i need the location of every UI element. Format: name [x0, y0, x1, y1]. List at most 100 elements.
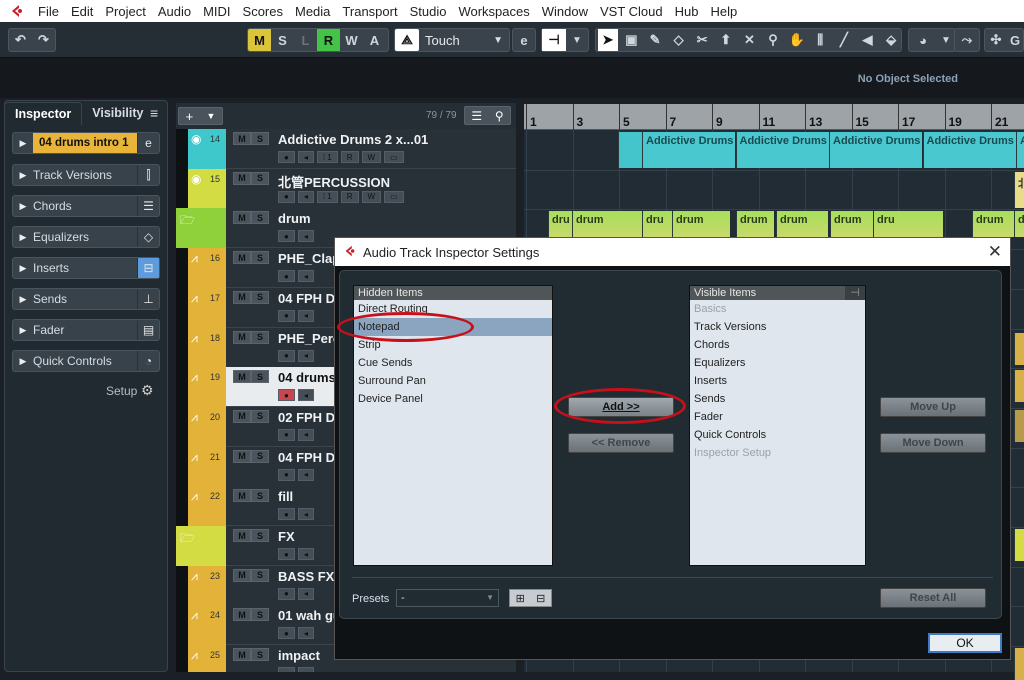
mute-button[interactable]: M — [233, 529, 251, 542]
solo-button[interactable]: S — [251, 449, 269, 463]
constrain-delay-button[interactable]: e — [512, 28, 536, 52]
mute-button[interactable]: M — [233, 608, 251, 622]
inspector-track-section[interactable]: ▶ 04 drums intro 1 e — [12, 132, 160, 154]
hand-tool-icon[interactable]: ✋ — [787, 29, 807, 51]
visible-item[interactable]: Track Versions — [690, 318, 865, 336]
audio-event[interactable]: drum — [736, 211, 774, 237]
timeline-ruler[interactable]: 1 3 5 7 9 11 13 15 17 19 21 — [524, 104, 1024, 130]
record-enable-button[interactable]: ● — [278, 548, 295, 560]
automation-w-button[interactable]: W — [340, 29, 363, 51]
inserts-icon[interactable]: ⊟ — [137, 258, 159, 278]
visible-item[interactable]: Chords — [690, 336, 865, 354]
record-enable-button[interactable]: ● — [278, 230, 295, 243]
inspector-section-fader[interactable]: ▶ Fader ▤ — [12, 319, 160, 341]
audio-event[interactable]: drum — [672, 211, 730, 237]
mute-button[interactable]: M — [233, 489, 251, 503]
write-automation-button[interactable]: W — [361, 151, 382, 163]
track-name[interactable]: 04 FPH Dr — [278, 450, 340, 465]
color-tool-icon[interactable]: ⬙ — [881, 29, 901, 51]
monitor-button[interactable]: ◂ — [297, 270, 314, 283]
automation-r-button[interactable]: R — [317, 29, 340, 51]
monitor-button[interactable]: ◂ — [297, 151, 314, 163]
record-enable-button[interactable]: ● — [278, 468, 295, 481]
hidden-item[interactable]: Surround Pan — [354, 372, 552, 390]
menu-studio[interactable]: Studio — [404, 4, 453, 19]
menu-workspaces[interactable]: Workspaces — [452, 4, 535, 19]
visible-item[interactable]: Equalizers — [690, 354, 865, 372]
hidden-item[interactable]: Notepad — [354, 318, 552, 336]
track-row[interactable]: ◉ 15 M S 北管PERCUSSION ● ◂ ⁞ 1 R W ▭ — [176, 168, 516, 209]
menu-scores[interactable]: Scores — [237, 4, 289, 19]
monitor-button[interactable]: ◂ — [297, 587, 314, 600]
record-enable-button[interactable]: ● — [278, 349, 295, 362]
list-icon[interactable]: ☰ — [471, 109, 482, 123]
mute-button[interactable]: M — [233, 211, 251, 225]
solo-button[interactable]: S — [251, 330, 269, 344]
track-name[interactable]: FX — [278, 529, 295, 544]
automation-l-button[interactable]: L — [294, 29, 317, 51]
add-track-button[interactable]: + ▼ — [178, 107, 223, 125]
audio-event[interactable] — [1014, 410, 1024, 442]
audio-event[interactable]: dru — [548, 211, 572, 237]
solo-button[interactable]: S — [251, 290, 269, 304]
save-preset-icon[interactable]: ⊞ — [516, 592, 525, 605]
monitor-button[interactable]: ◂ — [297, 508, 314, 521]
menu-hub[interactable]: Hub — [669, 4, 705, 19]
mute-button[interactable]: M — [233, 171, 251, 185]
visible-items-list[interactable]: Visible Items ⊣ Basics Track Versions Chor… — [689, 285, 866, 566]
midi-event[interactable]: Addictive Drums 2 — [735, 132, 829, 168]
mute-button[interactable]: M — [233, 409, 251, 423]
menu-edit[interactable]: Edit — [65, 4, 99, 19]
solo-button[interactable]: S — [251, 489, 269, 503]
mute-button[interactable]: M — [233, 132, 251, 145]
auto-scroll-button[interactable]: ⤳ — [954, 28, 980, 52]
write-automation-button[interactable]: W — [361, 190, 382, 203]
monitor-button[interactable]: ◂ — [297, 349, 314, 362]
menu-help[interactable]: Help — [705, 4, 744, 19]
glue-tool-icon[interactable]: ⬆ — [716, 29, 736, 51]
track-name[interactable]: drum — [278, 211, 311, 226]
inspector-track-name[interactable]: 04 drums intro 1 — [33, 133, 137, 153]
visible-item[interactable]: Quick Controls — [690, 426, 865, 444]
monitor-button[interactable]: ◂ — [297, 468, 314, 481]
instrument-button[interactable]: ▭ — [384, 190, 404, 203]
add-button[interactable]: Add >> — [568, 397, 674, 417]
record-enable-button[interactable]: ● — [278, 151, 295, 163]
visible-item[interactable]: Inserts — [690, 372, 865, 390]
track-name[interactable]: 北管PERCUSSION — [278, 172, 390, 191]
read-automation-button[interactable]: R — [340, 190, 359, 203]
mute-button[interactable]: M — [233, 330, 251, 344]
record-enable-button[interactable]: ● — [278, 428, 295, 441]
visible-item[interactable]: Inspector Setup — [690, 444, 865, 462]
tab-visibility[interactable]: Visibility — [82, 102, 153, 125]
automation-s-button[interactable]: S — [271, 29, 294, 51]
hidden-items-list[interactable]: Hidden Items Direct Routing Notepad Strip C… — [353, 285, 553, 566]
record-enable-button[interactable]: ● — [278, 389, 295, 402]
remove-button[interactable]: << Remove — [568, 433, 674, 453]
hidden-item[interactable]: Direct Routing — [354, 300, 552, 318]
menu-window[interactable]: Window — [536, 4, 594, 19]
monitor-button[interactable]: ◂ — [297, 667, 314, 672]
midi-event[interactable]: A — [1016, 132, 1024, 168]
hidden-item[interactable]: Cue Sends — [354, 354, 552, 372]
tab-inspector[interactable]: Inspector — [4, 102, 83, 125]
record-enable-button[interactable]: ● — [278, 508, 295, 521]
record-enable-button[interactable]: ● — [278, 309, 295, 322]
inspector-section-track-versions[interactable]: ▶ Track Versions ⫿ — [12, 164, 160, 186]
solo-button[interactable]: S — [251, 568, 269, 582]
audio-event[interactable]: drum — [830, 211, 873, 237]
play-tool-icon[interactable]: ◀ — [858, 29, 878, 51]
erase-tool-icon[interactable]: ◇ — [669, 29, 689, 51]
fader-icon[interactable]: ▤ — [137, 320, 159, 340]
monitor-button[interactable]: ◂ — [297, 428, 314, 441]
menu-project[interactable]: Project — [99, 4, 151, 19]
mute-button[interactable]: M — [233, 449, 251, 463]
track-versions-icon[interactable]: ⫿ — [137, 165, 159, 185]
sends-icon[interactable]: ⊥ — [137, 289, 159, 309]
monitor-button[interactable]: ◂ — [297, 389, 314, 402]
menu-file[interactable]: File — [32, 4, 65, 19]
read-automation-button[interactable]: R — [340, 151, 359, 163]
solo-button[interactable]: S — [251, 370, 269, 384]
redo-icon[interactable]: ↷ — [32, 29, 55, 51]
visible-item[interactable]: Basics — [690, 300, 865, 318]
